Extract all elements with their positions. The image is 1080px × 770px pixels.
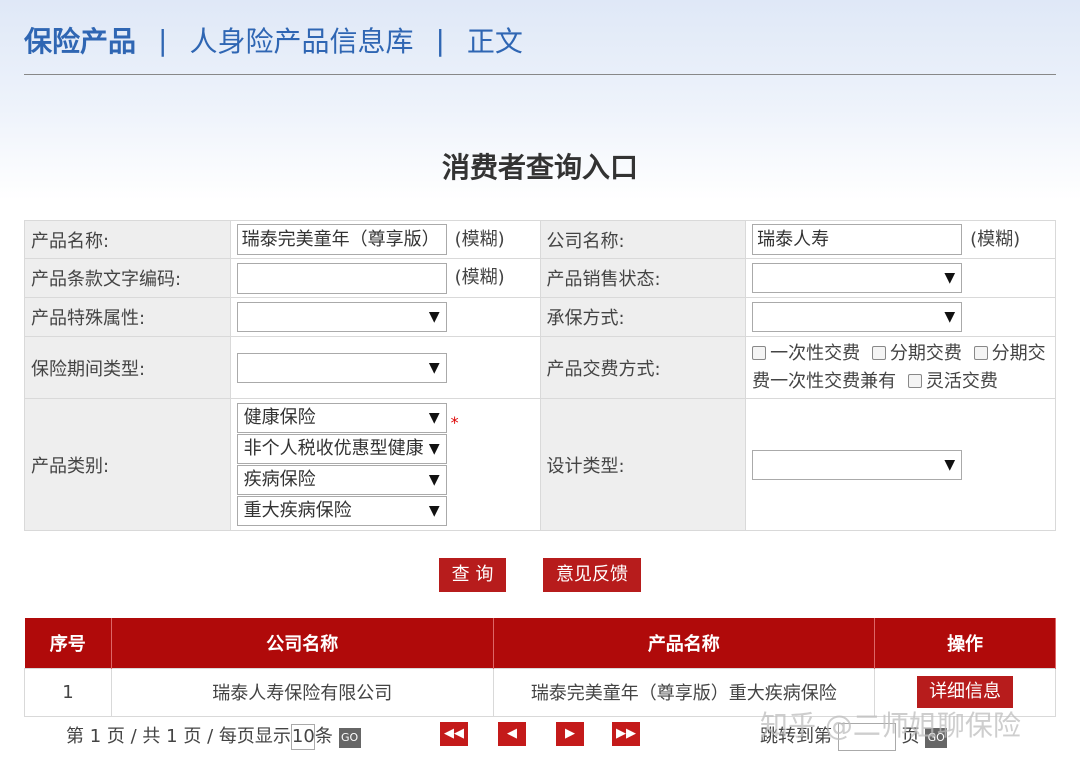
- period-type-label: 保险期间类型:: [24, 336, 231, 399]
- fuzzy-note: (模糊): [970, 228, 1021, 250]
- clause-code-input[interactable]: [236, 262, 447, 294]
- per-page-input[interactable]: 10: [290, 724, 315, 750]
- payment-method-label: 产品交费方式:: [539, 336, 747, 399]
- special-attr-select[interactable]: ▼: [236, 302, 447, 332]
- query-button[interactable]: 查 询: [439, 558, 506, 592]
- company-name-label: 公司名称:: [539, 220, 747, 259]
- product-name-label: 产品名称:: [24, 220, 231, 259]
- checkbox-label: 一次性交费: [770, 342, 861, 364]
- breadcrumb-current: 正文: [466, 25, 523, 58]
- sales-status-label: 产品销售状态:: [539, 258, 747, 298]
- design-type-select[interactable]: ▼: [752, 449, 963, 480]
- clause-code-label: 产品条款文字编码:: [24, 258, 231, 298]
- column-header-company: 公司名称: [111, 618, 494, 668]
- breadcrumb-separator: |: [435, 23, 445, 57]
- category-select-level3[interactable]: 疾病保险 ▼: [236, 465, 447, 495]
- required-asterisk: *: [450, 413, 459, 432]
- next-page-button[interactable]: ▶: [556, 722, 584, 746]
- dropdown-arrow-icon: ▼: [428, 359, 440, 376]
- page-info-text: 页 / 每页显示: [183, 726, 291, 747]
- dropdown-arrow-icon: ▼: [428, 441, 440, 457]
- underwriting-label: 承保方式:: [539, 297, 747, 337]
- select-value: 重大疾病保险: [243, 500, 352, 521]
- select-value: 健康保险: [243, 407, 316, 428]
- go-button[interactable]: GO: [338, 728, 361, 748]
- checkbox-flexible[interactable]: [907, 373, 922, 388]
- row-company: 瑞泰人寿保险有限公司: [110, 667, 494, 717]
- design-type-label: 设计类型:: [539, 398, 747, 531]
- category-select-group: 健康保险 ▼ 非个人税收优惠型健康 ▼ 疾病保险 ▼ 重大疾病保险 ▼: [236, 403, 447, 526]
- category-select-level1[interactable]: 健康保险 ▼: [236, 403, 447, 433]
- dropdown-arrow-icon: ▼: [428, 410, 440, 426]
- sales-status-select[interactable]: ▼: [752, 263, 963, 293]
- column-header-action: 操作: [874, 618, 1056, 668]
- dropdown-arrow-icon: ▼: [428, 503, 440, 519]
- underwriting-select[interactable]: ▼: [752, 302, 963, 332]
- breadcrumb-home-link[interactable]: 保险产品: [24, 20, 136, 60]
- dropdown-arrow-icon: ▼: [944, 309, 956, 325]
- breadcrumb: 保险产品 | 人身险产品信息库 | 正文: [24, 18, 523, 62]
- dropdown-arrow-icon: ▼: [944, 270, 956, 286]
- results-table: 序号 公司名称 产品名称 操作 1 瑞泰人寿保险有限公司 瑞泰完美童年（尊享版）…: [24, 618, 1056, 717]
- checkbox-label: 分期交费: [889, 342, 962, 364]
- column-header-product: 产品名称: [493, 618, 876, 668]
- product-name-input[interactable]: 瑞泰完美童年（尊享版）: [236, 224, 447, 255]
- category-select-level4[interactable]: 重大疾病保险 ▼: [236, 496, 447, 526]
- fuzzy-note: (模糊): [454, 228, 505, 250]
- checkbox-installment[interactable]: [871, 345, 886, 360]
- current-page: 1: [89, 726, 102, 747]
- results-header-row: 序号 公司名称 产品名称 操作: [24, 618, 1056, 668]
- page-info-text: 条: [314, 726, 333, 747]
- dropdown-arrow-icon: ▼: [428, 472, 440, 488]
- category-label: 产品类别:: [24, 398, 231, 531]
- page-info: 第 1 页 / 共 1 页 / 每页显示10条 GO: [66, 722, 361, 750]
- select-value: 疾病保险: [243, 469, 316, 490]
- breadcrumb-separator: |: [158, 23, 168, 57]
- checkbox-label: 灵活交费: [925, 370, 998, 392]
- dropdown-arrow-icon: ▼: [944, 456, 956, 473]
- page-info-text: 第: [66, 726, 84, 747]
- header-divider: [24, 74, 1056, 75]
- checkbox-lump-sum[interactable]: [752, 345, 767, 360]
- prev-page-button[interactable]: ◀: [498, 722, 526, 746]
- fuzzy-note: (模糊): [454, 267, 505, 288]
- column-header-index: 序号: [24, 618, 112, 668]
- checkbox-both[interactable]: [973, 345, 988, 360]
- watermark: 知乎 @二师姐聊保险: [760, 709, 1021, 742]
- company-name-input[interactable]: 瑞泰人寿: [752, 224, 963, 255]
- category-select-level2[interactable]: 非个人税收优惠型健康 ▼: [236, 434, 447, 464]
- row-index: 1: [24, 667, 112, 717]
- breadcrumb-section-link[interactable]: 人身险产品信息库: [189, 20, 413, 60]
- period-type-select[interactable]: ▼: [236, 352, 447, 383]
- feedback-button[interactable]: 意见反馈: [543, 558, 641, 592]
- page-title: 消费者查询入口: [441, 151, 638, 184]
- special-attr-label: 产品特殊属性:: [24, 297, 231, 337]
- select-value: 非个人税收优惠型健康: [243, 438, 424, 459]
- last-page-button[interactable]: ▶▶: [612, 722, 640, 746]
- search-form: 产品名称: 瑞泰完美童年（尊享版） (模糊) 公司名称: 瑞泰人寿 (模糊) 产品条…: [24, 220, 1056, 531]
- page-info-text: 页 / 共: [106, 726, 161, 747]
- dropdown-arrow-icon: ▼: [428, 309, 440, 325]
- first-page-button[interactable]: ◀◀: [440, 722, 468, 746]
- total-pages: 1: [166, 726, 178, 747]
